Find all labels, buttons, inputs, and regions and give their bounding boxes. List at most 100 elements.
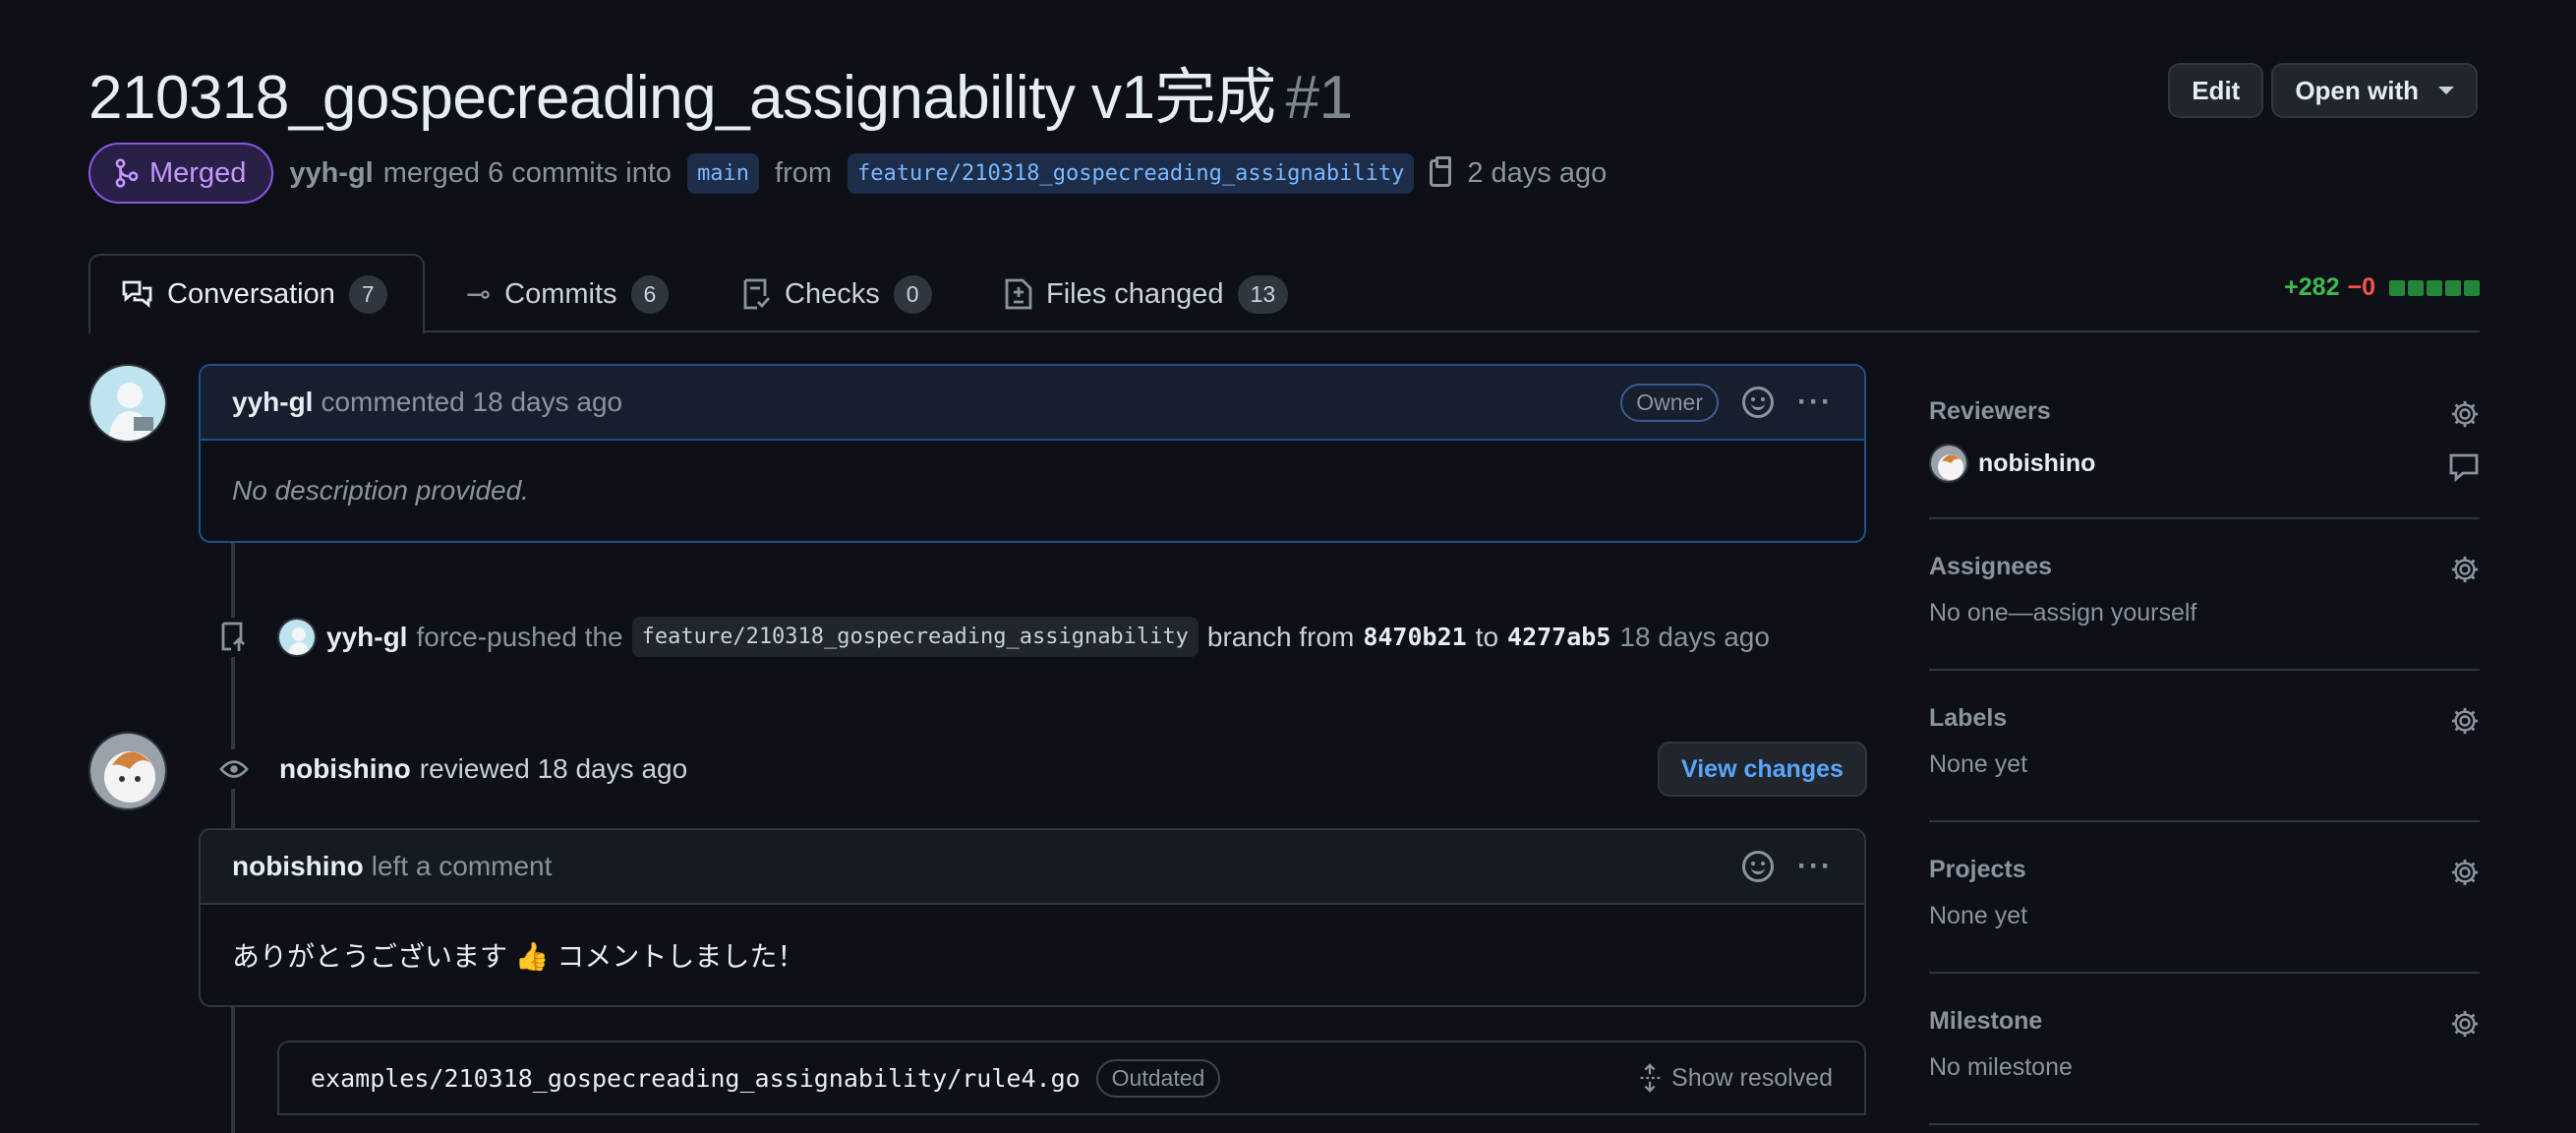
projects-section: Projects None yet xyxy=(1929,822,2480,974)
gear-icon[interactable] xyxy=(2450,858,2480,887)
smiley-icon[interactable] xyxy=(1742,387,1775,418)
deletions-count: −0 xyxy=(2347,273,2375,301)
title-row: 210318_gospecreading_assignability v1完成 #… xyxy=(88,47,2478,136)
git-merge-icon xyxy=(115,158,139,188)
review-timestamp[interactable]: reviewed 18 days ago xyxy=(420,753,687,785)
review-file-header: examples/210318_gospecreading_assignabil… xyxy=(277,1041,1866,1115)
event-timestamp[interactable]: 18 days ago xyxy=(1619,622,1770,653)
caret-down-icon xyxy=(2438,87,2454,94)
unfold-icon xyxy=(1640,1063,1661,1093)
tab-files-changed-label: Files changed xyxy=(1046,277,1224,310)
reviewer-link[interactable]: nobishino xyxy=(279,753,411,785)
review-event: nobishino reviewed 18 days ago xyxy=(214,749,687,789)
view-changes-button[interactable]: View changes xyxy=(1658,742,1867,797)
comment-body: No description provided. xyxy=(232,475,529,506)
sidebar: Reviewers nobishino Assignees No one—ass… xyxy=(1929,364,2480,1125)
event-branch-label[interactable]: feature/210318_gospecreading_assignabili… xyxy=(631,617,1199,657)
user-avatar-image xyxy=(90,366,165,441)
user-avatar-image xyxy=(279,619,315,655)
diffstat-block xyxy=(2445,279,2461,296)
pr-number: #1 xyxy=(1285,64,1353,132)
labels-section: Labels None yet xyxy=(1929,671,2480,822)
from-commit-sha[interactable]: 8470b21 xyxy=(1363,623,1466,651)
diffstat-block xyxy=(2408,279,2424,296)
comment-discussion-icon xyxy=(122,280,152,308)
to-commit-sha[interactable]: 4277ab5 xyxy=(1507,623,1610,651)
kebab-horizontal-icon[interactable]: ··· xyxy=(1797,850,1833,883)
open-with-button[interactable]: Open with xyxy=(2271,63,2478,118)
event-text: to xyxy=(1475,621,1499,652)
review-comment: nobishino left a comment ··· ありがとうございます … xyxy=(199,828,1866,1007)
tab-commits-label: Commits xyxy=(504,277,617,310)
pr-author-link[interactable]: yyh-gl xyxy=(289,157,373,190)
show-resolved-label: Show resolved xyxy=(1671,1063,1833,1092)
comment-author-link[interactable]: nobishino xyxy=(232,851,364,882)
gear-icon[interactable] xyxy=(2450,1009,2480,1039)
tab-conversation-label: Conversation xyxy=(167,277,335,310)
repo-push-icon xyxy=(214,617,254,657)
avatar[interactable] xyxy=(88,732,167,810)
labels-title[interactable]: Labels xyxy=(1929,704,2480,733)
comment-author-link[interactable]: yyh-gl xyxy=(232,387,313,418)
gear-icon[interactable] xyxy=(2450,706,2480,736)
tab-files-changed-count: 13 xyxy=(1237,274,1289,314)
open-with-label: Open with xyxy=(2295,75,2419,105)
avatar[interactable] xyxy=(88,364,167,443)
reviewer-item[interactable]: nobishino xyxy=(1929,444,2480,483)
outdated-badge: Outdated xyxy=(1095,1058,1221,1098)
diffstat-block xyxy=(2389,279,2405,296)
tab-checks[interactable]: Checks 0 xyxy=(710,254,964,334)
projects-value: None yet xyxy=(1929,902,2028,929)
comment-icon xyxy=(2449,453,2479,482)
pr-title-text: 210318_gospecreading_assignability v1完成 xyxy=(88,64,1276,132)
file-diff-icon xyxy=(1005,278,1032,310)
force-push-event: yyh-gl force-pushed the feature/210318_g… xyxy=(214,617,1770,657)
show-resolved-button[interactable]: Show resolved xyxy=(1638,1063,1833,1093)
reviewers-title[interactable]: Reviewers xyxy=(1929,397,2480,426)
labels-value: None yet xyxy=(1929,750,2028,778)
event-text: force-pushed the xyxy=(416,621,623,652)
comment-timestamp[interactable]: commented 18 days ago xyxy=(321,387,622,418)
tab-conversation[interactable]: Conversation 7 xyxy=(88,254,425,334)
comment-meta: left a comment xyxy=(371,851,553,881)
pr-tabs: Conversation 7 ⊸ Commits 6 Checks 0 File… xyxy=(88,252,2480,334)
head-branch-label[interactable]: feature/210318_gospecreading_assignabili… xyxy=(848,152,1415,194)
tab-conversation-count: 7 xyxy=(348,274,387,314)
pr-meta: Merged yyh-gl merged 6 commits into main… xyxy=(88,142,1607,205)
pull-request-page: 210318_gospecreading_assignability v1完成 #… xyxy=(0,0,2576,1133)
eye-icon xyxy=(214,749,254,789)
milestone-title[interactable]: Milestone xyxy=(1929,1007,2480,1036)
gear-icon[interactable] xyxy=(2450,555,2480,584)
assignees-section: Assignees No one—assign yourself xyxy=(1929,519,2480,671)
milestone-value: No milestone xyxy=(1929,1053,2073,1081)
avatar[interactable] xyxy=(277,617,317,657)
assignees-value[interactable]: No one—assign yourself xyxy=(1929,599,2480,627)
merged-status-badge: Merged xyxy=(88,143,274,204)
reviewer-avatar-image xyxy=(90,734,165,808)
diffstat-blocks xyxy=(2389,279,2480,296)
kebab-horizontal-icon[interactable]: ··· xyxy=(1797,386,1833,419)
file-path-link[interactable]: examples/210318_gospecreading_assignabil… xyxy=(311,1064,1081,1093)
edit-button[interactable]: Edit xyxy=(2168,63,2264,118)
event-author-link[interactable]: yyh-gl xyxy=(326,622,407,653)
comment-header: yyh-gl commented 18 days ago Owner ··· xyxy=(201,366,1864,441)
milestone-section: Milestone No milestone xyxy=(1929,974,2480,1125)
description-comment: yyh-gl commented 18 days ago Owner ··· N… xyxy=(199,364,1866,543)
tab-checks-label: Checks xyxy=(785,277,880,310)
tab-files-changed[interactable]: Files changed 13 xyxy=(973,254,1319,334)
avatar xyxy=(1929,444,1968,483)
header-actions: Edit Open with xyxy=(2168,63,2478,118)
reviewer-name: nobishino xyxy=(1978,448,2096,477)
copy-icon[interactable] xyxy=(1430,156,1452,187)
diffstat: +282 −0 xyxy=(2284,273,2480,302)
merge-time: 2 days ago xyxy=(1467,156,1608,189)
tab-commits[interactable]: ⊸ Commits 6 xyxy=(435,254,700,334)
git-commit-icon: ⊸ xyxy=(466,277,492,311)
smiley-icon[interactable] xyxy=(1742,851,1775,882)
projects-title[interactable]: Projects xyxy=(1929,856,2480,884)
assignees-title[interactable]: Assignees xyxy=(1929,553,2480,581)
gear-icon[interactable] xyxy=(2450,399,2480,429)
base-branch-label[interactable]: main xyxy=(687,152,760,194)
comment-body: ありがとうございます 👍 コメントしました！ xyxy=(232,941,805,972)
from-text: from xyxy=(775,156,833,189)
